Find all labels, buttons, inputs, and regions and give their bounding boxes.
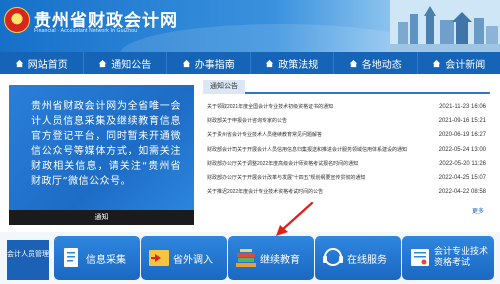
button-label: 会计专业技术资格考试 [434, 247, 489, 268]
online-service-button[interactable]: 在线服务 [315, 236, 401, 280]
notice-title[interactable]: 财政部办公厅关于调整2022年度高级会计师资格考试报名时间的通知 [207, 157, 429, 171]
notice-title[interactable]: 关于贵州省会计专业技术人员继续教育常见问题解答 [207, 128, 429, 142]
nav-label: 会计新闻 [445, 59, 486, 71]
nav-label: 办事指南 [194, 59, 235, 71]
nav-label: 通知公告 [111, 59, 152, 71]
banner-text: 贵州省财政会计网为全省唯一会计人员信息采集及继续教育信息官方登记平台，同时暂未开… [31, 101, 181, 187]
home-icon [266, 59, 274, 67]
list-item[interactable]: 财政部会计司关于开展会计人员信用信息归集报送和推进会计服务领域信用体系建设的通知… [203, 143, 490, 157]
notice-date: 2022-04-25 15:07 [438, 174, 486, 181]
site-subtitle: Financial · Accountant Network In GuiZho… [34, 28, 138, 34]
nav-guide[interactable]: 办事指南 [167, 52, 251, 74]
info-collection-button[interactable]: 信息采集 [54, 236, 140, 280]
headset-icon [323, 248, 343, 266]
notice-date: 2022-04-22 08:58 [438, 189, 486, 196]
button-label: 省外调入 [173, 254, 213, 266]
notice-title[interactable]: 财政部关于申报会计咨询专家的公告 [207, 114, 429, 128]
home-icon [182, 59, 190, 67]
notice-title[interactable]: 关于推迟2022年度会计专业技术资格考试时间的公告 [207, 185, 429, 199]
banner-panel: 贵州省财政会计网为全省唯一会计人员信息采集及继续教育信息官方登记平台，同时暂未开… [9, 85, 194, 210]
nav-home[interactable]: 网站首页 [0, 52, 84, 74]
transfer-in-button[interactable]: 省外调入 [141, 236, 227, 280]
nav-label: 政策法规 [278, 59, 319, 71]
nav-local-news[interactable]: 各地动态 [334, 52, 418, 74]
nav-label: 网站首页 [27, 59, 68, 71]
nav-notices[interactable]: 通知公告 [84, 52, 167, 74]
notice-date: 2022-05-20 11:26 [439, 160, 486, 167]
quick-links-label: 会计人员管理 [7, 240, 49, 280]
emblem-logo: ★ [4, 7, 30, 33]
nav-policy[interactable]: 政策法规 [251, 52, 334, 74]
list-item[interactable]: 财政部关于申报会计咨询专家的公告 2021-09-16 15:21 [203, 114, 490, 128]
main-nav: 网站首页 通知公告 办事指南 政策法规 各地动态 会计新闻 [0, 52, 500, 74]
continuing-education-button[interactable]: 继续教育 [228, 236, 314, 280]
notice-date: 2021-11-23 16:06 [439, 104, 486, 110]
notice-title[interactable]: 财政部办公厅关于开展会计改革与发展“十四五”规划纲要宣传贯彻的通知 [207, 171, 429, 185]
skyline-illustration [390, 0, 500, 52]
more-link[interactable]: 更多 [472, 206, 484, 215]
list-item[interactable]: 关于领取2021年度全国会计专业技术初级资格证书的通知 2021-11-23 1… [203, 100, 490, 114]
tab-notices[interactable]: 通知公告 [203, 80, 245, 94]
button-label: 信息采集 [86, 254, 126, 266]
list-item[interactable]: 关于推迟2022年度会计专业技术资格考试时间的公告 2022-04-22 08:… [203, 185, 490, 199]
notice-title[interactable]: 财政部会计司关于开展会计人员信用信息归集报送和推进会计服务领域信用体系建设的通知 [207, 143, 429, 157]
books-icon [236, 249, 256, 267]
list-item[interactable]: 关于贵州省会计专业技术人员继续教育常见问题解答 2020-06-19 16:27 [203, 128, 490, 142]
document-icon [64, 248, 78, 267]
home-icon [433, 59, 441, 67]
notice-date: 2022-05-24 13:00 [438, 146, 486, 153]
banner-caption: 通知 [9, 210, 194, 225]
notice-date: 2021-09-16 15:21 [438, 118, 486, 125]
button-label: 在线服务 [347, 254, 387, 266]
notice-date: 2020-06-19 16:27 [438, 132, 486, 139]
notice-header: 通知公告 [203, 80, 490, 94]
notice-list: 关于领取2021年度全国会计专业技术初级资格证书的通知 2021-11-23 1… [203, 100, 490, 199]
notice-panel: 通知公告 关于领取2021年度全国会计专业技术初级资格证书的通知 2021-11… [203, 80, 490, 215]
home-icon [349, 59, 357, 67]
list-item[interactable]: 财政部办公厅关于调整2022年度高级会计师资格考试报名时间的通知 2022-05… [203, 157, 490, 171]
button-label: 继续教育 [260, 254, 300, 266]
home-icon [99, 59, 107, 67]
list-item[interactable]: 财政部办公厅关于开展会计改革与发展“十四五”规划纲要宣传贯彻的通知 2022-0… [203, 171, 490, 185]
transfer-icon [149, 250, 169, 266]
home-icon [15, 59, 23, 67]
nav-label: 各地动态 [361, 59, 402, 71]
qualification-exam-button[interactable]: 会计专业技术资格考试 [402, 236, 494, 280]
banner-slide[interactable]: 贵州省财政会计网为全省唯一会计人员信息采集及继续教育信息官方登记平台，同时暂未开… [9, 85, 194, 225]
certificate-icon [411, 249, 429, 266]
quick-links-bar: 会计人员管理 信息采集 省外调入 继续教育 在线服务 会计专业技术资格考试 [0, 232, 500, 284]
nav-accounting-news[interactable]: 会计新闻 [418, 52, 500, 74]
notice-title[interactable]: 关于领取2021年度全国会计专业技术初级资格证书的通知 [207, 100, 429, 114]
site-header: ★ 贵州省财政会计网 Financial · Accountant Networ… [0, 0, 500, 52]
